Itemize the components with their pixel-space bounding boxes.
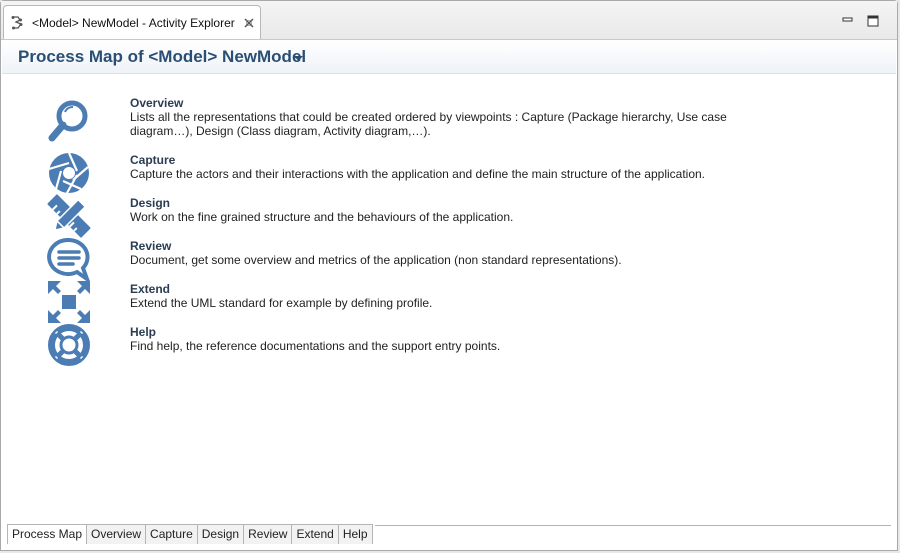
chevron-down-icon[interactable] (294, 56, 303, 62)
page-title: Process Map of <Model> NewModel (18, 47, 307, 66)
tab-design[interactable]: Design (197, 525, 245, 544)
item-description: Capture the actors and their interaction… (130, 167, 706, 181)
process-map-content: Overview Lists all the representations t… (1, 74, 897, 524)
bottom-tab-bar: Process Map Overview Capture Design Revi… (7, 524, 373, 544)
item-description: Extend the UML standard for example by d… (130, 296, 433, 310)
close-icon[interactable] (243, 17, 255, 29)
item-title[interactable]: Design (130, 196, 170, 210)
editor-tab[interactable]: <Model> NewModel - Activity Explorer (3, 5, 261, 39)
pencil-ruler-icon[interactable] (47, 194, 91, 238)
item-description: Document, get some overview and metrics … (130, 253, 622, 267)
editor-tab-bar: <Model> NewModel - Activity Explorer (1, 1, 897, 40)
item-description: Work on the fine grained structure and t… (130, 210, 514, 224)
maximize-icon[interactable] (867, 15, 879, 27)
item-title[interactable]: Capture (130, 153, 175, 167)
item-description: Lists all the representations that could… (130, 110, 727, 138)
magnifier-icon[interactable] (47, 100, 91, 144)
item-title[interactable]: Extend (130, 282, 170, 296)
activity-explorer-window: <Model> NewModel - Activity Explorer Pro… (0, 0, 898, 551)
speech-bubble-icon[interactable] (47, 237, 91, 281)
tab-process-map[interactable]: Process Map (7, 525, 88, 544)
bottom-tab-divider (375, 525, 891, 526)
item-title[interactable]: Review (130, 239, 171, 253)
item-title[interactable]: Help (130, 325, 156, 339)
lifebuoy-icon[interactable] (47, 323, 91, 367)
editor-tab-title: <Model> NewModel - Activity Explorer (32, 16, 235, 30)
process-map-header: Process Map of <Model> NewModel (2, 40, 896, 74)
activity-explorer-icon (11, 16, 23, 30)
tab-extend[interactable]: Extend (292, 525, 339, 544)
tab-overview[interactable]: Overview (87, 525, 147, 544)
tab-capture[interactable]: Capture (146, 525, 198, 544)
tab-review[interactable]: Review (244, 525, 293, 544)
minimize-icon[interactable] (842, 15, 854, 27)
aperture-icon[interactable] (47, 151, 91, 195)
expand-arrows-icon[interactable] (47, 280, 91, 324)
item-title[interactable]: Overview (130, 96, 183, 110)
item-description: Find help, the reference documentations … (130, 339, 501, 353)
tab-help[interactable]: Help (338, 525, 373, 544)
